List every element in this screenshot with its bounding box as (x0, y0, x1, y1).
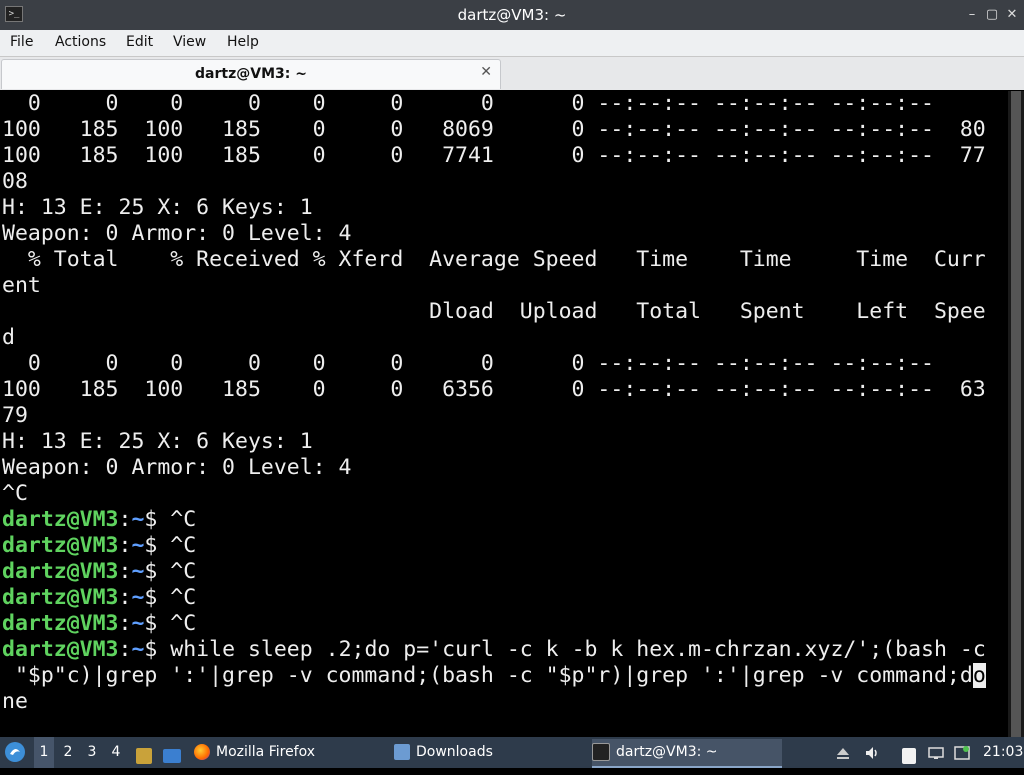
prompt-line: dartz@VM3:~$ ^C (2, 611, 196, 637)
terminal-line: Dload Upload Total Spent Left Spee (2, 299, 986, 324)
prompt-dollar: $ (144, 637, 171, 662)
workspace-3[interactable]: 3 (82, 737, 102, 768)
scrollbar-thumb[interactable] (1011, 91, 1021, 737)
maximize-icon[interactable]: ▢ (984, 7, 1000, 23)
prompt-line: dartz@VM3:~$ ^C (2, 585, 196, 611)
firefox-icon (194, 744, 210, 760)
prompt-path: ~ (131, 585, 145, 610)
clock[interactable]: 21:03 (983, 737, 1023, 768)
terminal-line: ent (2, 273, 41, 298)
prompt-separator: : (118, 507, 132, 532)
prompt-path: ~ (131, 637, 145, 662)
taskbar: 1 2 3 4 Mozilla Firefox Downloads dartz@… (0, 737, 1024, 768)
close-icon[interactable]: ✕ (1004, 7, 1020, 23)
task-terminal[interactable]: dartz@VM3: ~ (592, 739, 782, 768)
terminal-scrollbar[interactable] (1008, 91, 1024, 737)
prompt-path: ~ (131, 507, 145, 532)
text-cursor: o (972, 663, 986, 688)
terminal-line: % Total % Received % Xferd Average Speed… (2, 247, 986, 272)
terminal-icon (592, 743, 610, 761)
prompt-user: dartz@VM3 (2, 507, 119, 532)
terminal-line: d (2, 325, 15, 350)
terminal-output[interactable]: 0 0 0 0 0 0 0 0 --:--:-- --:--:-- --:--:… (0, 91, 1008, 737)
terminal-line: Weapon: 0 Armor: 0 Level: 4 (2, 455, 352, 480)
prompt-dollar: $ (144, 585, 171, 610)
terminal-line: ^C (2, 481, 28, 506)
task-label: Mozilla Firefox (216, 744, 316, 760)
window-title: dartz@VM3: ~ (457, 6, 567, 24)
terminal-line: 100 185 100 185 0 0 8069 0 --:--:-- --:-… (2, 117, 986, 142)
command-wrap-line: "$p"c)|grep ':'|grep -v command;(bash -c… (2, 663, 986, 689)
prompt-command: ^C (170, 559, 197, 584)
prompt-path: ~ (131, 533, 145, 558)
menu-file[interactable]: File (10, 34, 33, 50)
terminal-line: 0 0 0 0 0 0 0 0 --:--:-- --:--:-- --:--:… (2, 351, 934, 376)
clipboard-icon[interactable] (902, 737, 920, 768)
prompt-user: dartz@VM3 (2, 611, 119, 636)
folder-icon (394, 744, 410, 760)
prompt-line: dartz@VM3:~$ ^C (2, 533, 196, 559)
file-manager-launcher-icon[interactable] (136, 737, 154, 768)
prompt-dollar: $ (144, 507, 171, 532)
prompt-separator: : (118, 637, 132, 662)
current-command: while sleep .2;do p='curl -c k -b k hex.… (170, 637, 986, 662)
prompt-user: dartz@VM3 (2, 559, 119, 584)
terminal-line: Weapon: 0 Armor: 0 Level: 4 (2, 221, 352, 246)
prompt-line: dartz@VM3:~$ ^C (2, 507, 196, 533)
terminal-line: 79 (2, 403, 28, 428)
menu-help[interactable]: Help (227, 34, 259, 50)
task-downloads[interactable]: Downloads (394, 739, 584, 766)
start-menu-icon[interactable] (4, 737, 30, 768)
menu-edit[interactable]: Edit (126, 34, 153, 50)
task-label: dartz@VM3: ~ (616, 744, 718, 760)
window-titlebar[interactable]: >_ dartz@VM3: ~ – ▢ ✕ (0, 0, 1024, 30)
prompt-dollar: $ (144, 559, 171, 584)
workspace-1[interactable]: 1 (34, 737, 54, 768)
terminal-line: H: 13 E: 25 X: 6 Keys: 1 (2, 195, 313, 220)
prompt-dollar: $ (144, 611, 171, 636)
tab-close-icon[interactable]: ✕ (480, 64, 492, 80)
prompt-command: ^C (170, 585, 197, 610)
volume-icon[interactable] (864, 737, 882, 768)
terminal-line: 08 (2, 169, 28, 194)
prompt-line: dartz@VM3:~$ while sleep .2;do p='curl -… (2, 637, 986, 663)
prompt-separator: : (118, 533, 132, 558)
command-wrap-line: ne (2, 689, 28, 714)
prompt-path: ~ (131, 559, 145, 584)
prompt-separator: : (118, 585, 132, 610)
prompt-line: dartz@VM3:~$ ^C (2, 559, 196, 585)
eject-icon[interactable] (836, 737, 852, 768)
command-continuation: "$p"c)|grep ':'|grep -v command;(bash -c… (2, 663, 973, 688)
terminal-line: 100 185 100 185 0 0 6356 0 --:--:-- --:-… (2, 377, 986, 402)
menu-actions[interactable]: Actions (55, 34, 106, 50)
tab-label: dartz@VM3: ~ (195, 66, 307, 82)
show-desktop-icon[interactable] (163, 737, 183, 768)
tab-bar: dartz@VM3: ~ ✕ (0, 57, 1024, 90)
prompt-path: ~ (131, 611, 145, 636)
task-label: Downloads (416, 744, 493, 760)
network-icon[interactable] (928, 737, 946, 768)
prompt-separator: : (118, 559, 132, 584)
workspace-4[interactable]: 4 (106, 737, 126, 768)
menu-view[interactable]: View (173, 34, 206, 50)
menu-bar: File Actions Edit View Help (0, 30, 1024, 57)
tab-terminal[interactable]: dartz@VM3: ~ ✕ (1, 59, 501, 89)
prompt-user: dartz@VM3 (2, 637, 119, 662)
prompt-user: dartz@VM3 (2, 585, 119, 610)
prompt-separator: : (118, 611, 132, 636)
prompt-user: dartz@VM3 (2, 533, 119, 558)
terminal-line: 0 0 0 0 0 0 0 0 --:--:-- --:--:-- --:--:… (2, 91, 934, 116)
task-firefox[interactable]: Mozilla Firefox (194, 739, 384, 766)
prompt-dollar: $ (144, 533, 171, 558)
workspace-2[interactable]: 2 (58, 737, 78, 768)
prompt-command: ^C (170, 611, 197, 636)
minimize-icon[interactable]: – (964, 7, 980, 23)
notification-icon[interactable] (954, 737, 972, 768)
terminal-line: 100 185 100 185 0 0 7741 0 --:--:-- --:-… (2, 143, 986, 168)
terminal-line: H: 13 E: 25 X: 6 Keys: 1 (2, 429, 313, 454)
prompt-command: ^C (170, 507, 197, 532)
prompt-command: ^C (170, 533, 197, 558)
